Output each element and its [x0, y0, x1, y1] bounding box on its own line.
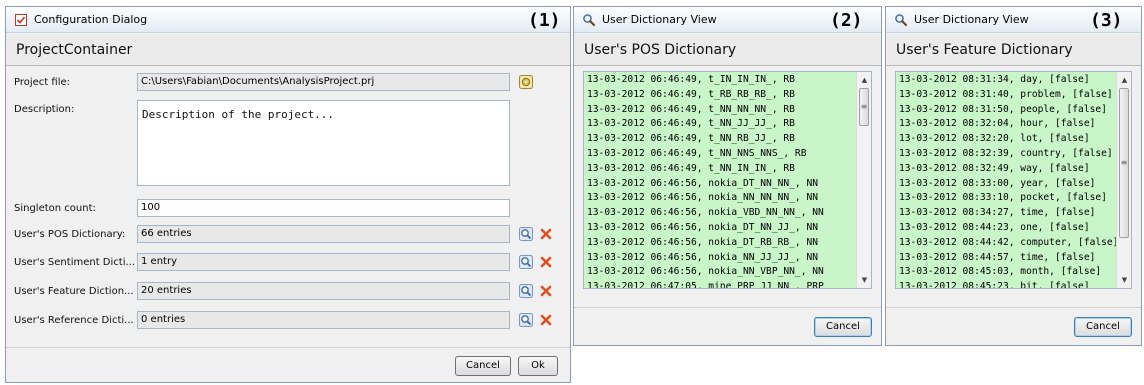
list-item[interactable]: 13-03-2012 08:32:04, hour, [false]: [896, 117, 1131, 132]
reference-dictionary-label: User's Reference Dicti...: [14, 315, 134, 326]
page-title: User's POS Dictionary: [584, 42, 737, 58]
sentiment-dictionary-label: User's Sentiment Dicti...: [14, 257, 134, 268]
description-label: Description:: [14, 104, 75, 115]
list-item[interactable]: 13-03-2012 08:31:40, problem, [false]: [896, 88, 1131, 103]
list-rows: 13-03-2012 08:31:34, day, [false] 13-03-2…: [896, 72, 1131, 288]
list-item[interactable]: 13-03-2012 06:46:56, nokia_NN_NN_NN_, NN: [584, 191, 871, 206]
delete-icon[interactable]: [539, 284, 553, 298]
list-item[interactable]: 13-03-2012 08:34:27, time, [false]: [896, 206, 1131, 221]
scroll-up-arrow-icon[interactable]: ▲: [1117, 73, 1131, 87]
list-item[interactable]: 13-03-2012 08:32:49, way, [false]: [896, 162, 1131, 177]
description-textarea[interactable]: Description of the project...: [137, 100, 510, 186]
pos-dictionary-list[interactable]: 13-03-2012 06:46:49, t_IN_IN_IN_, RB 13-0…: [583, 71, 872, 289]
list-item[interactable]: 13-03-2012 08:45:03, month, [false]: [896, 265, 1131, 280]
list-item[interactable]: 13-03-2012 06:47:05, mine_PRP_JJ_NN_, PR…: [584, 280, 871, 288]
panel-number: (1): [528, 10, 561, 31]
page-title: ProjectContainer: [16, 42, 133, 58]
list-item[interactable]: 13-03-2012 08:44:42, computer, [false]: [896, 236, 1131, 251]
list-item[interactable]: 13-03-2012 06:46:49, t_NN_NNS_NNS_, RB: [584, 147, 871, 162]
list-item[interactable]: 13-03-2012 06:46:49, t_NN_NN_NN_, RB: [584, 103, 871, 118]
panel-number: (3): [1090, 10, 1123, 31]
vertical-scrollbar[interactable]: ▲ ≡ ▼: [856, 72, 871, 288]
panel-number: (2): [830, 10, 863, 31]
delete-icon[interactable]: [539, 227, 553, 241]
panel-header: ProjectContainer: [6, 34, 570, 66]
list-item[interactable]: 13-03-2012 08:31:34, day, [false]: [896, 73, 1131, 88]
list-item[interactable]: 13-03-2012 08:44:23, one, [false]: [896, 221, 1131, 236]
list-item[interactable]: 13-03-2012 08:32:39, country, [false]: [896, 147, 1131, 162]
list-item[interactable]: 13-03-2012 06:46:49, t_RB_RB_RB_, RB: [584, 88, 871, 103]
vertical-scrollbar[interactable]: ▲ ≡ ▼: [1116, 72, 1131, 288]
pos-dictionary-label: User's POS Dictionary:: [14, 229, 126, 240]
view-dictionary-icon[interactable]: [519, 255, 533, 269]
cancel-button[interactable]: Cancel: [814, 317, 872, 337]
delete-icon[interactable]: [539, 313, 553, 327]
feature-dictionary-list[interactable]: 13-03-2012 08:31:34, day, [false] 13-03-2…: [895, 71, 1132, 289]
scroll-down-arrow-icon[interactable]: ▼: [857, 273, 871, 287]
list-item[interactable]: 13-03-2012 06:46:49, t_NN_RB_JJ_, RB: [584, 132, 871, 147]
magnifier-icon: [895, 14, 908, 27]
ok-button[interactable]: Ok: [518, 356, 558, 376]
list-item[interactable]: 13-03-2012 08:45:23, bit, [false]: [896, 280, 1131, 288]
dialog-footer: Cancel Ok: [6, 347, 570, 382]
cancel-button[interactable]: Cancel: [1074, 317, 1132, 337]
list-item[interactable]: 13-03-2012 06:46:56, nokia_DT_RB_RB_, NN: [584, 236, 871, 251]
list-item[interactable]: 13-03-2012 08:33:00, year, [false]: [896, 177, 1131, 192]
singleton-count-input[interactable]: 100: [137, 199, 510, 217]
project-file-field[interactable]: C:\Users\Fabian\Documents\AnalysisProjec…: [137, 73, 510, 91]
list-item[interactable]: 13-03-2012 06:46:49, t_IN_IN_IN_, RB: [584, 73, 871, 88]
list-item[interactable]: 13-03-2012 08:32:20, lot, [false]: [896, 132, 1131, 147]
view-dictionary-icon[interactable]: [519, 313, 533, 327]
singleton-count-label: Singleton count:: [14, 203, 96, 214]
list-item[interactable]: 13-03-2012 08:44:57, time, [false]: [896, 251, 1131, 266]
reference-dictionary-field[interactable]: 0 entries: [137, 311, 510, 329]
list-item[interactable]: 13-03-2012 08:31:50, people, [false]: [896, 103, 1131, 118]
title-bar[interactable]: User Dictionary View (2): [574, 7, 881, 33]
scroll-thumb[interactable]: ≡: [859, 88, 869, 126]
list-item[interactable]: 13-03-2012 06:46:56, nokia_VBD_NN_NN_, N…: [584, 206, 871, 221]
feature-dictionary-label: User's Feature Diction...: [14, 286, 134, 297]
window-title: User Dictionary View: [914, 13, 1029, 26]
configuration-dialog: Configuration Dialog (1) ProjectContaine…: [5, 6, 571, 383]
list-item[interactable]: 13-03-2012 06:46:56, nokia_NN_JJ_JJ_, NN: [584, 251, 871, 266]
view-dictionary-icon[interactable]: [519, 227, 533, 241]
title-bar[interactable]: Configuration Dialog (1): [6, 7, 570, 33]
list-item[interactable]: 13-03-2012 06:46:56, nokia_DT_NN_NN_, NN: [584, 177, 871, 192]
page-title: User's Feature Dictionary: [896, 42, 1073, 58]
cancel-button[interactable]: Cancel: [455, 356, 511, 376]
scroll-down-arrow-icon[interactable]: ▼: [1117, 273, 1131, 287]
checklist-icon: [15, 14, 27, 26]
dialog-footer: Cancel: [886, 307, 1141, 345]
title-bar[interactable]: User Dictionary View (3): [886, 7, 1141, 33]
browse-folder-icon[interactable]: [519, 75, 533, 89]
view-dictionary-icon[interactable]: [519, 284, 533, 298]
delete-icon[interactable]: [539, 255, 553, 269]
window-title: Configuration Dialog: [34, 13, 148, 26]
window-title: User Dictionary View: [602, 13, 717, 26]
dialog-footer: Cancel: [574, 307, 881, 345]
scroll-thumb[interactable]: ≡: [1119, 88, 1129, 238]
list-rows: 13-03-2012 06:46:49, t_IN_IN_IN_, RB 13-0…: [584, 72, 871, 288]
project-file-label: Project file:: [14, 77, 70, 88]
magnifier-icon: [583, 14, 596, 27]
pos-dictionary-field[interactable]: 66 entries: [137, 225, 510, 243]
feature-dictionary-window: User Dictionary View (3) User's Feature …: [885, 6, 1142, 346]
list-item[interactable]: 13-03-2012 06:46:56, nokia_DT_NN_JJ_, NN: [584, 221, 871, 236]
form-body: Project file: C:\Users\Fabian\Documents\…: [6, 67, 570, 347]
scroll-up-arrow-icon[interactable]: ▲: [857, 73, 871, 87]
pos-dictionary-window: User Dictionary View (2) User's POS Dict…: [573, 6, 882, 346]
list-item[interactable]: 13-03-2012 06:46:49, t_NN_IN_IN_, RB: [584, 162, 871, 177]
list-item[interactable]: 13-03-2012 06:46:49, t_NN_JJ_JJ_, RB: [584, 117, 871, 132]
panel-header: User's Feature Dictionary: [886, 34, 1141, 66]
sentiment-dictionary-field[interactable]: 1 entry: [137, 253, 510, 271]
list-item[interactable]: 13-03-2012 06:46:56, nokia_NN_VBP_NN_, N…: [584, 265, 871, 280]
panel-header: User's POS Dictionary: [574, 34, 881, 66]
list-item[interactable]: 13-03-2012 08:33:10, pocket, [false]: [896, 191, 1131, 206]
feature-dictionary-field[interactable]: 20 entries: [137, 282, 510, 300]
